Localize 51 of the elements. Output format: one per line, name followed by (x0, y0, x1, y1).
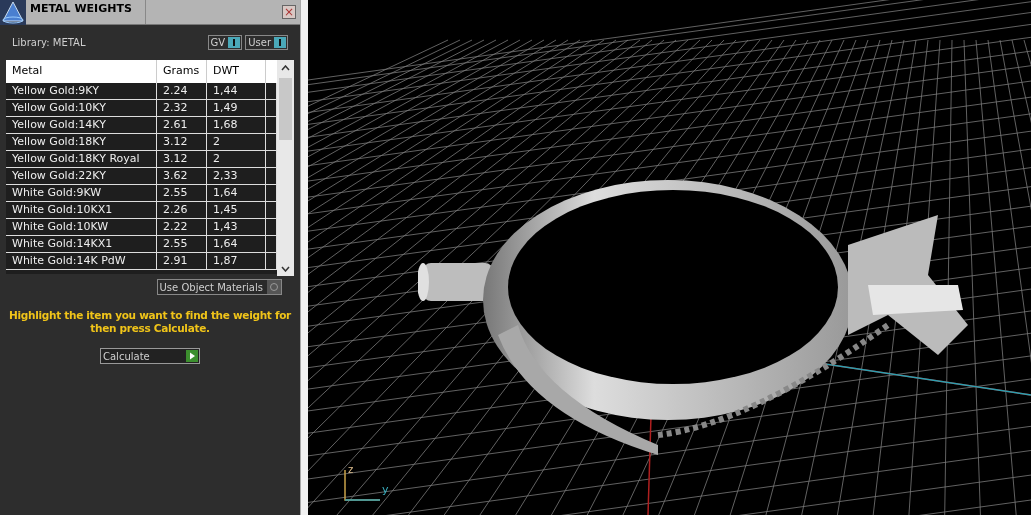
z-axis-label: z (348, 463, 354, 477)
table-cell[interactable]: 1,68 (207, 117, 266, 133)
table-cell[interactable]: White Gold:10KW (6, 219, 157, 235)
play-icon (186, 350, 198, 362)
table-cell[interactable]: White Gold:9KW (6, 185, 157, 201)
table-cell[interactable]: 1,44 (207, 83, 266, 99)
table-cell[interactable]: 2.55 (157, 185, 207, 201)
table-cell[interactable]: 2.91 (157, 253, 207, 269)
scroll-down-icon[interactable] (281, 266, 290, 272)
table-cell[interactable]: Yellow Gold:22KY (6, 168, 157, 184)
library-label: Library: METAL (12, 36, 86, 50)
instruction-text: Highlight the item you want to find the weight for then press Calculate. (8, 309, 292, 335)
table-cell[interactable]: 2.22 (157, 219, 207, 235)
table-cell[interactable]: 1,43 (207, 219, 266, 235)
panel-title: METAL WEIGHTS (30, 1, 132, 17)
y-axis-label: y (382, 482, 389, 498)
table-cell[interactable]: White Gold:14K PdW (6, 253, 157, 269)
scroll-up-icon[interactable] (281, 65, 290, 71)
app-logo-icon (0, 0, 26, 25)
table-cell[interactable]: 2.32 (157, 100, 207, 116)
table-cell[interactable]: 2.24 (157, 83, 207, 99)
table-cell[interactable]: Yellow Gold:18KY (6, 134, 157, 150)
table-cell[interactable]: 2 (207, 134, 266, 150)
3d-viewport[interactable]: z y (308, 0, 1031, 515)
scroll-thumb[interactable] (279, 78, 292, 140)
toggle-button[interactable]: User (245, 35, 288, 50)
table-cell[interactable]: Yellow Gold:18KY Royal (6, 151, 157, 167)
close-button[interactable]: × (282, 5, 296, 19)
use-object-materials-checkbox[interactable]: Use Object Materials (156, 279, 282, 295)
table-cell[interactable]: White Gold:10KX1 (6, 202, 157, 218)
table-cell[interactable]: 1,45 (207, 202, 266, 218)
scrollbar[interactable] (277, 60, 294, 276)
table-cell[interactable]: 2 (207, 151, 266, 167)
table-cell[interactable]: 3.62 (157, 168, 207, 184)
calculate-button[interactable]: Calculate (100, 348, 200, 364)
table-cell[interactable]: Yellow Gold:9KY (6, 83, 157, 99)
table-cell[interactable]: 1,64 (207, 185, 266, 201)
table-cell[interactable]: 1,64 (207, 236, 266, 252)
panel-splitter[interactable] (300, 0, 308, 515)
table-cell[interactable]: Yellow Gold:14KY (6, 117, 157, 133)
table-cell[interactable]: White Gold:14KX1 (6, 236, 157, 252)
table-cell[interactable]: 3.12 (157, 151, 207, 167)
table-cell[interactable]: 2,33 (207, 168, 266, 184)
table-cell[interactable]: Yellow Gold:10KY (6, 100, 157, 116)
toggle-button[interactable]: GV (207, 35, 243, 50)
table-cell[interactable]: 3.12 (157, 134, 207, 150)
table-cell[interactable]: 1,49 (207, 100, 266, 116)
table-cell[interactable]: 2.26 (157, 202, 207, 218)
table-cell[interactable]: 2.61 (157, 117, 207, 133)
table-cell[interactable]: 2.55 (157, 236, 207, 252)
table-cell[interactable]: 1,87 (207, 253, 266, 269)
